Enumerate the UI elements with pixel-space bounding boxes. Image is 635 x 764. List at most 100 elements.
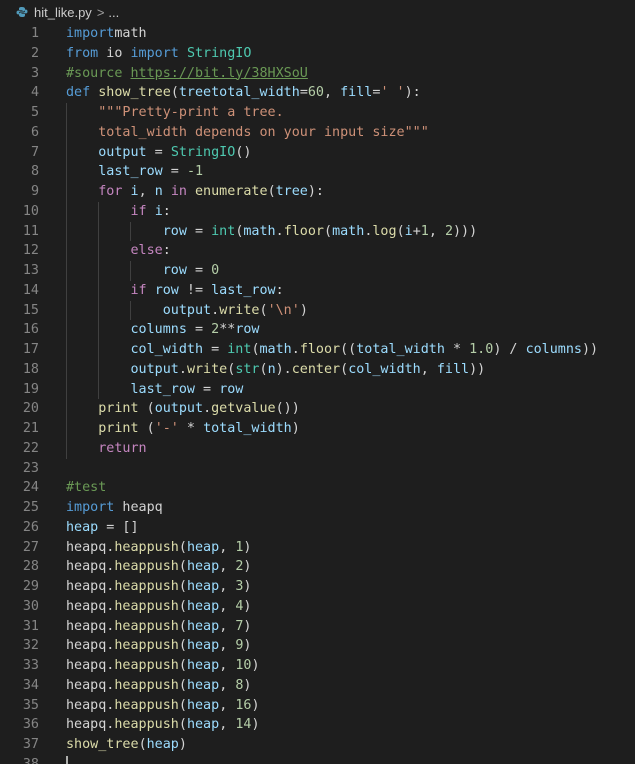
code-token: = xyxy=(195,381,220,397)
code-token: #source xyxy=(66,65,131,81)
code-token: ) xyxy=(299,302,308,318)
code-line[interactable]: 5 """Pretty-print a tree. xyxy=(0,103,635,123)
code-text: heapq.heappush(heap, 1) xyxy=(66,538,251,558)
code-token: io xyxy=(98,45,131,61)
code-line[interactable]: 23 xyxy=(0,459,635,479)
code-token: floor xyxy=(283,223,324,239)
code-token: 10 xyxy=(235,658,252,673)
code-line[interactable]: 21 print ('-' * total_width) xyxy=(0,419,635,439)
code-line[interactable]: 25 import heapq xyxy=(0,498,635,518)
code-token: log xyxy=(372,223,397,239)
code-line[interactable]: 34 heapq.heappush(heap, 8) xyxy=(0,676,635,696)
line-number: 38 xyxy=(0,755,39,764)
indent-guide xyxy=(130,261,131,281)
line-number: 2 xyxy=(30,45,39,61)
code-token: total_width xyxy=(211,85,300,101)
code-token: StringIO xyxy=(170,144,236,160)
code-text: heapq.heappush(heap, 3) xyxy=(66,577,251,597)
code-line[interactable]: 28 heapq.heappush(heap, 2) xyxy=(0,557,635,577)
code-token: int xyxy=(227,342,252,357)
code-token: + xyxy=(412,223,421,239)
code-line[interactable]: 1 importmath xyxy=(0,24,635,44)
code-token: , xyxy=(324,85,341,101)
code-line[interactable]: 37 show_tree(heap) xyxy=(0,735,635,755)
code-token: row xyxy=(162,263,187,278)
code-token: i xyxy=(404,223,413,239)
code-token: StringIO xyxy=(186,45,252,61)
code-line[interactable]: 17 col_width = int(math.floor((total_wid… xyxy=(0,340,635,360)
code-line[interactable]: 33 heapq.heappush(heap, 10) xyxy=(0,656,635,676)
code-line[interactable]: 20 print (output.getvalue()) xyxy=(0,399,635,419)
code-line[interactable]: 4 def show_tree(treetotal_width=60, fill=… xyxy=(0,83,635,103)
code-line[interactable]: 14 if row != last_row: xyxy=(0,281,635,301)
code-line[interactable]: 38 xyxy=(0,755,635,764)
code-token: . xyxy=(275,223,284,239)
line-number: 14 xyxy=(22,282,39,298)
code-text: heap = [] xyxy=(66,518,139,538)
code-line[interactable]: 13 row = 0 xyxy=(0,261,635,281)
code-line[interactable]: 32 heapq.heappush(heap, 9) xyxy=(0,636,635,656)
code-line[interactable]: 10 if i: xyxy=(0,202,635,222)
code-line[interactable]: 7 output = StringIO() xyxy=(0,143,635,163)
code-line[interactable]: 18 output.write(str(n).center(col_width,… xyxy=(0,360,635,380)
code-line[interactable]: 36 heapq.heappush(heap, 14) xyxy=(0,715,635,735)
line-number: 21 xyxy=(22,421,39,436)
code-token: output xyxy=(154,401,204,417)
code-token: heap xyxy=(146,737,179,752)
code-text: show_tree(heap) xyxy=(66,735,187,755)
code-line[interactable]: 31 heapq.heappush(heap, 7) xyxy=(0,617,635,637)
code-editor[interactable]: 1 importmath 2 from io import StringIO 3 #sou… xyxy=(0,24,635,764)
code-line[interactable]: 6 total_width depends on your input size… xyxy=(0,123,635,143)
code-token: tree xyxy=(275,184,308,199)
code-token: ( xyxy=(178,618,187,634)
code-token: heap xyxy=(186,598,220,614)
code-line[interactable]: 35 heapq.heappush(heap, 16) xyxy=(0,696,635,716)
code-line[interactable]: 29 heapq.heappush(heap, 3) xyxy=(0,577,635,597)
code-line[interactable]: 16 columns = 2**row xyxy=(0,320,635,340)
code-token: heapq. xyxy=(66,579,115,594)
code-line[interactable]: 8 last_row = -1 xyxy=(0,162,635,182)
code-line[interactable]: 12 else: xyxy=(0,241,635,261)
code-token: last_row xyxy=(98,164,163,180)
code-token: ) / xyxy=(493,342,526,357)
line-number: 30 xyxy=(22,598,39,614)
code-line[interactable]: 26 heap = [] xyxy=(0,518,635,538)
code-line[interactable]: 19 last_row = row xyxy=(0,380,635,400)
code-token: ' ' xyxy=(380,85,405,101)
code-text: #test xyxy=(66,478,106,498)
code-line[interactable]: 9 for i, n in enumerate(tree): xyxy=(0,182,635,202)
code-line[interactable]: 27 heapq.heappush(heap, 1) xyxy=(0,538,635,558)
code-token: heap xyxy=(186,717,220,733)
code-token: ) xyxy=(243,677,252,693)
code-line[interactable]: 11 row = int(math.floor(math.log(i+1, 2)… xyxy=(0,222,635,242)
breadcrumb-ellipsis[interactable]: ... xyxy=(108,5,119,20)
code-token: columns xyxy=(525,342,582,357)
code-token: center xyxy=(291,361,341,377)
code-text: print (output.getvalue()) xyxy=(66,399,300,419)
code-text: #source https://bit.ly/38HXSoU xyxy=(66,64,308,84)
code-token: enumerate xyxy=(195,184,268,199)
breadcrumb-filename[interactable]: hit_like.py xyxy=(34,5,92,20)
code-line[interactable]: 3 #source https://bit.ly/38HXSoU xyxy=(0,64,635,84)
code-text: output.write(str(n).center(col_width, fi… xyxy=(66,360,486,380)
code-line[interactable]: 24 #test xyxy=(0,478,635,498)
code-token: heap xyxy=(186,579,220,594)
code-token: math xyxy=(259,342,292,357)
code-line[interactable]: 30 heapq.heappush(heap, 4) xyxy=(0,597,635,617)
code-token: output xyxy=(98,144,147,160)
code-line[interactable]: 2 from io import StringIO xyxy=(0,44,635,64)
code-token: . xyxy=(291,342,300,357)
code-token: heapq. xyxy=(66,638,115,654)
code-token: total_width xyxy=(356,342,445,357)
code-line[interactable]: 15 output.write('\n') xyxy=(0,301,635,321)
code-token: if xyxy=(130,203,147,219)
code-token: = [] xyxy=(98,519,139,535)
code-line[interactable]: 22 return xyxy=(0,439,635,459)
code-token: heap xyxy=(186,638,220,654)
code-token: . xyxy=(211,302,220,318)
indent-guide xyxy=(98,201,99,400)
